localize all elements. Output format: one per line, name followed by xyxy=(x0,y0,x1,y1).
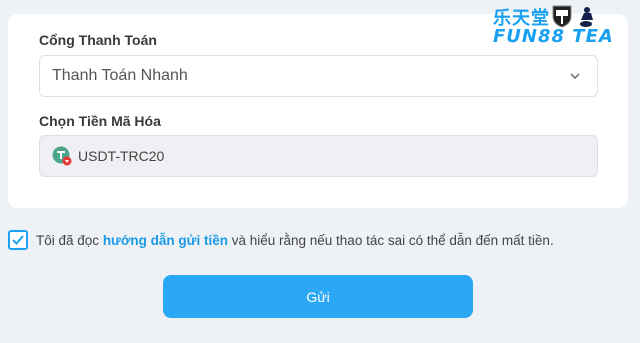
agreement-row: Tôi đã đọc hướng dẫn gửi tiền và hiểu rằ… xyxy=(8,230,554,250)
agreement-prefix: Tôi đã đọc xyxy=(36,232,100,248)
gateway-label: Cổng Thanh Toán xyxy=(39,32,157,48)
gateway-select[interactable]: Thanh Toán Nhanh xyxy=(39,55,598,97)
brand-name: FUN88 TEA xyxy=(493,26,614,47)
coin-value: USDT-TRC20 xyxy=(78,148,165,164)
coin-label: Chọn Tiền Mã Hóa xyxy=(39,113,161,129)
deposit-guide-link[interactable]: hướng dẫn gửi tiền xyxy=(103,233,228,248)
chevron-down-icon xyxy=(570,73,580,80)
checkmark-icon xyxy=(12,235,24,245)
agreement-checkbox[interactable] xyxy=(8,230,28,250)
submit-button[interactable]: Gửi xyxy=(163,275,473,318)
agreement-suffix: và hiểu rằng nếu thao tác sai có thể dẫn… xyxy=(231,232,554,248)
coin-field: USDT-TRC20 xyxy=(39,135,598,177)
cockerel-crest-icon xyxy=(580,7,593,27)
gateway-selected-value: Thanh Toán Nhanh xyxy=(52,67,188,84)
brand-logo: 乐天堂 FUN88 TEA xyxy=(493,4,633,48)
tether-icon xyxy=(52,146,72,166)
club-crest-icon xyxy=(552,5,572,28)
